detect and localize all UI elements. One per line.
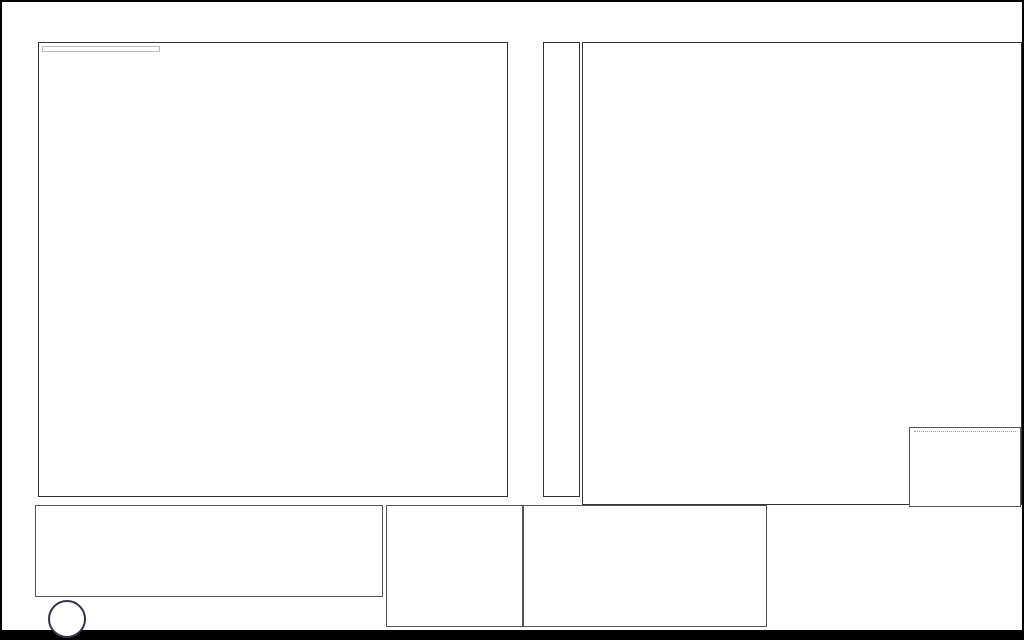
bottom-bar [2, 630, 1022, 638]
omega-chart [544, 43, 579, 496]
omega-panel [543, 42, 580, 497]
thermo-table-box [35, 505, 383, 597]
legend-box [42, 46, 160, 52]
skewt-panel [38, 42, 508, 497]
kinematics-table-box [523, 505, 767, 627]
skewt-chart [39, 43, 507, 496]
hodograph-panel [582, 42, 1022, 507]
moisture-table-box [386, 505, 523, 627]
srh-info-box [909, 427, 1021, 507]
sounderpy-logo [48, 600, 86, 638]
